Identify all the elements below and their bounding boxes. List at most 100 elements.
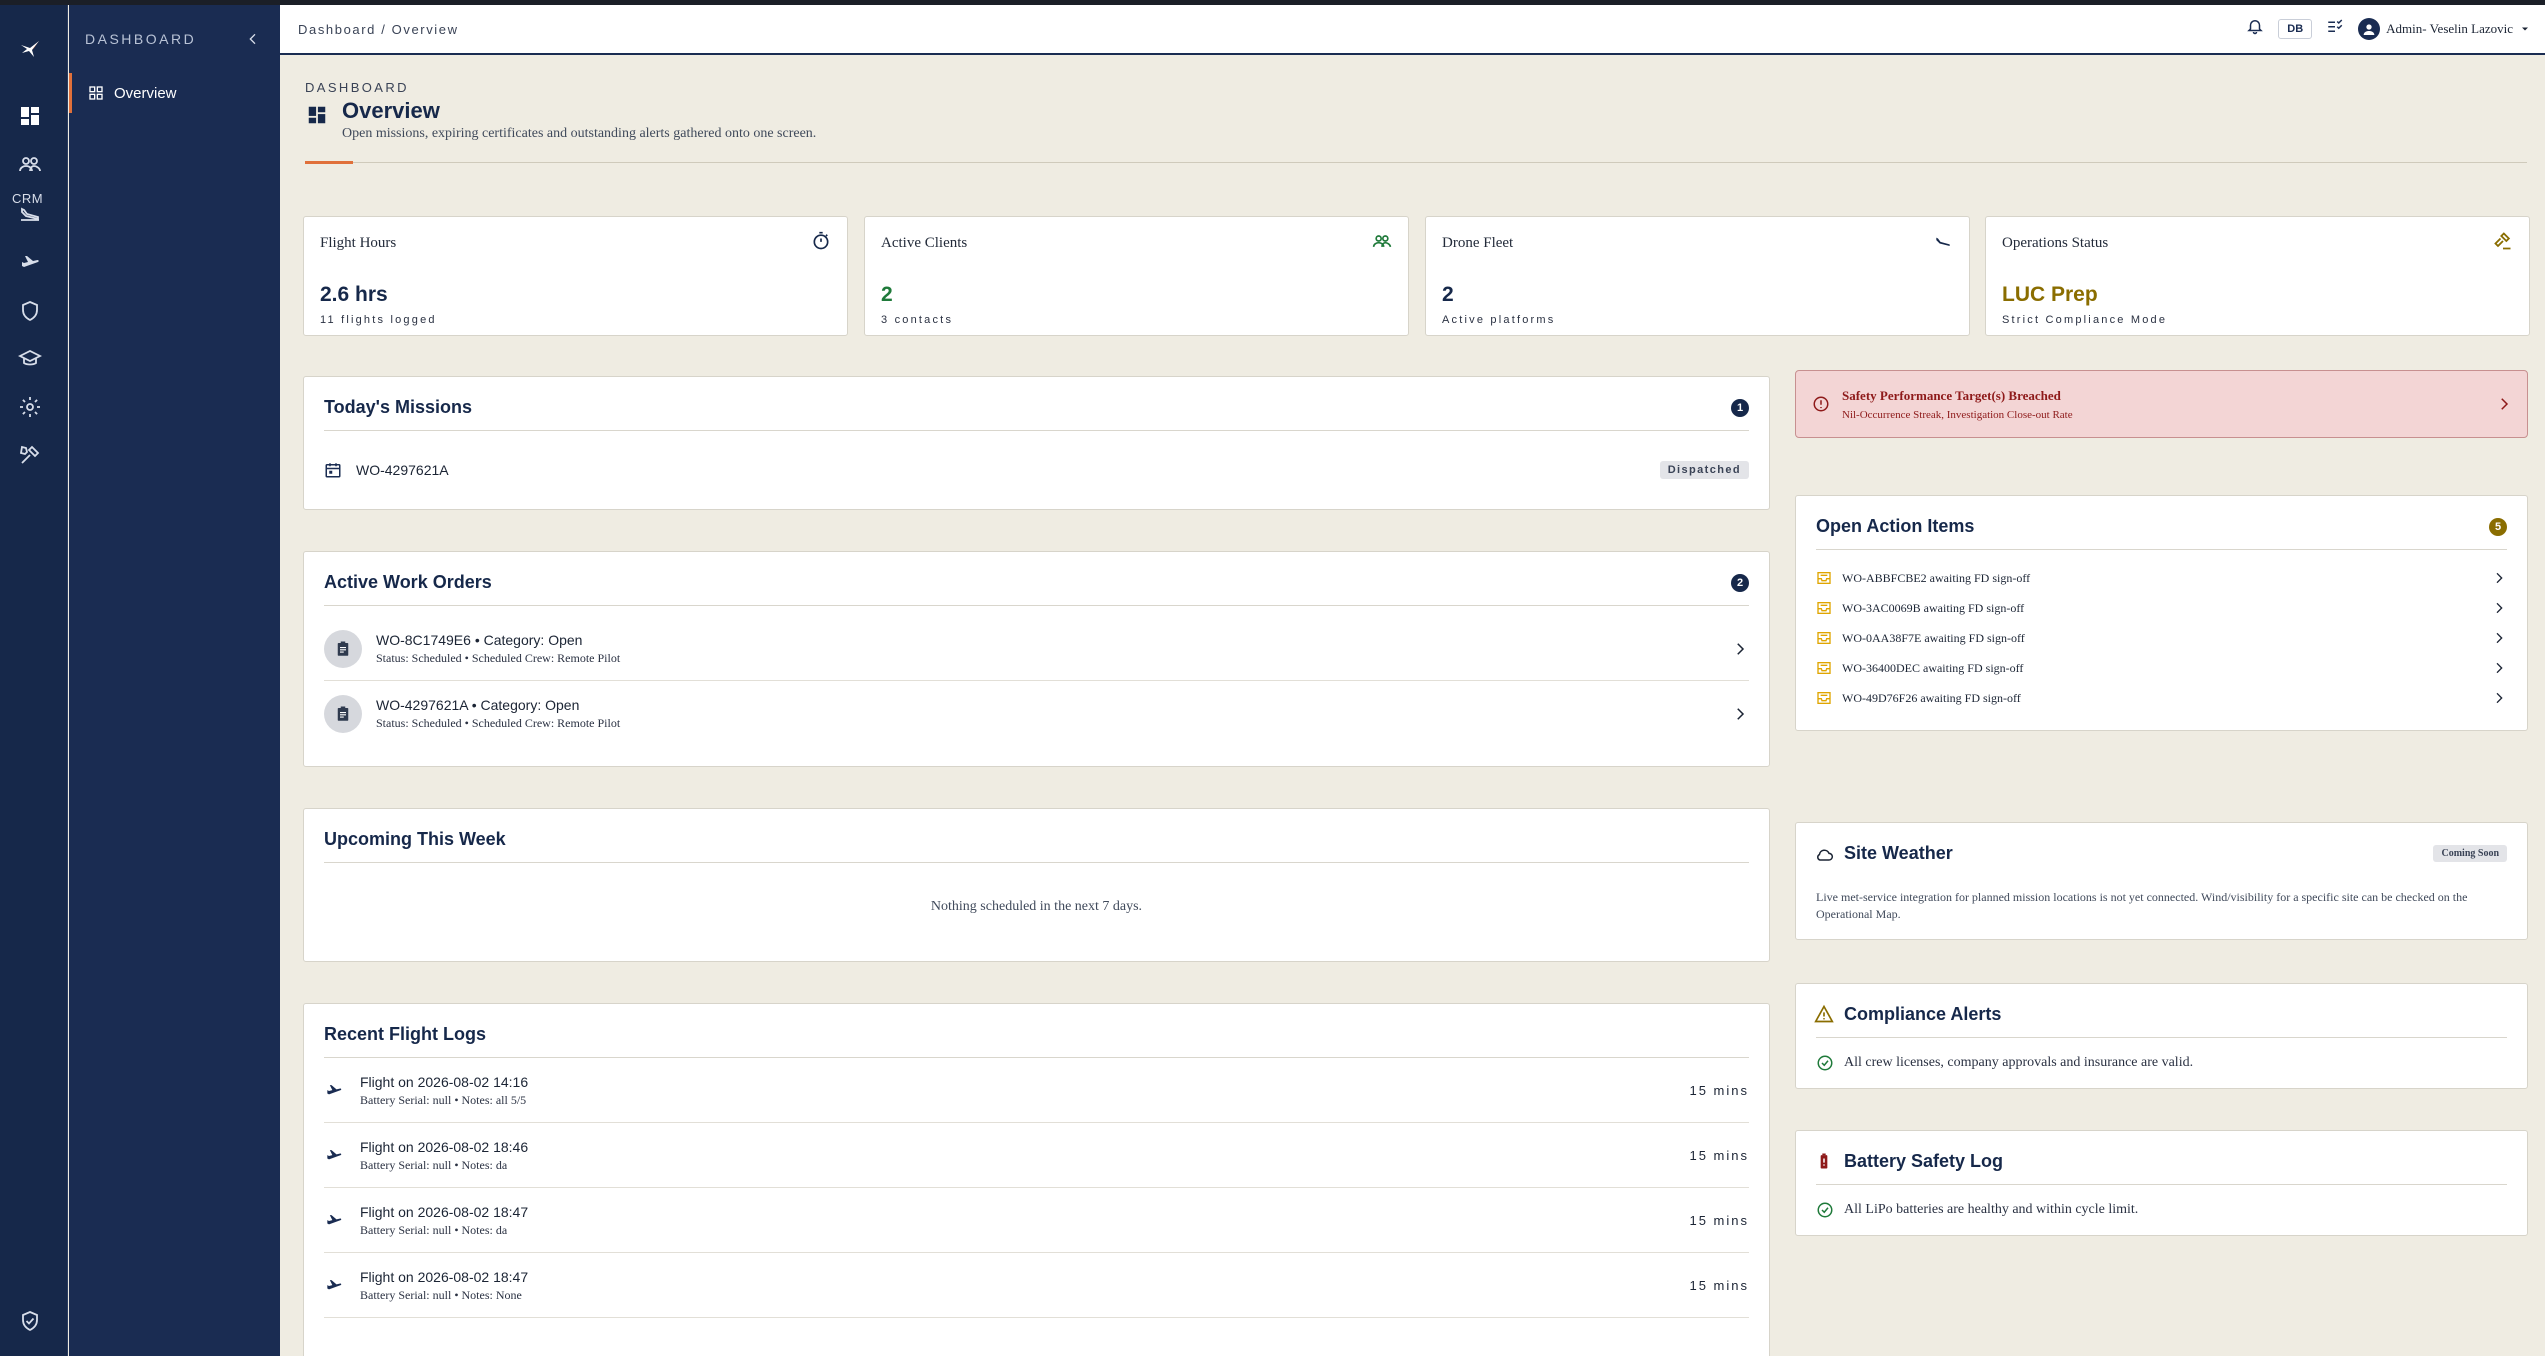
action-item-text: WO-3AC0069B awaiting FD sign-off xyxy=(1842,600,2025,615)
caret-down-icon xyxy=(2522,27,2528,30)
action-item-row[interactable]: WO-49D76F26 awaiting FD sign-off xyxy=(1816,683,2507,713)
flight-land-icon xyxy=(1933,231,1955,253)
recent-flight-logs-card: Recent Flight Logs Flight on 2026-08-02 … xyxy=(303,1003,1770,1356)
user-name: Admin- Veselin Lazovic xyxy=(2386,20,2513,36)
alert-sub: Nil-Occurrence Streak, Investigation Clo… xyxy=(1842,409,2073,421)
stat-value: 2.6 hrs xyxy=(320,283,388,306)
inbox-icon xyxy=(1817,662,1831,674)
header-divider-accent xyxy=(305,161,353,164)
compliance-message: All crew licenses, company approvals and… xyxy=(1844,1055,2194,1070)
tools-icon[interactable] xyxy=(14,439,46,471)
shield-icon[interactable] xyxy=(14,295,46,327)
stat-sub: Strict Compliance Mode xyxy=(2002,314,2168,326)
db-badge-button[interactable]: DB xyxy=(2278,18,2313,39)
check-circle-icon xyxy=(1817,1202,1833,1218)
work-order-row[interactable]: WO-4297621A • Category: Open Status: Sch… xyxy=(324,682,1749,746)
inbox-icon xyxy=(1817,632,1831,644)
stopwatch-icon xyxy=(811,231,833,253)
mission-row[interactable]: WO-4297621A Dispatched xyxy=(324,455,1749,485)
section-title: Upcoming This Week xyxy=(324,829,506,849)
flight-takeoff-icon[interactable] xyxy=(14,247,46,279)
clipboard-icon xyxy=(324,695,362,733)
cloud-icon xyxy=(1814,845,1834,870)
stat-sub: 3 contacts xyxy=(881,314,954,326)
chevron-right-icon xyxy=(1731,705,1749,723)
collapse-sidebar-button[interactable] xyxy=(241,27,265,51)
chevron-left-icon xyxy=(249,33,256,45)
stat-sub: 11 flights logged xyxy=(320,314,437,326)
flight-log-row[interactable]: Flight on 2026-08-02 18:47 Battery Serial… xyxy=(324,1254,1749,1318)
stat-card-drone-fleet[interactable]: Drone Fleet 2 Active platforms xyxy=(1425,216,1970,336)
action-item-row[interactable]: WO-0AA38F7E awaiting FD sign-off xyxy=(1816,623,2507,653)
open-action-items-card: Open Action Items 5 WO-ABBFCBE2 awaiting… xyxy=(1795,495,2528,731)
gavel-icon xyxy=(2493,231,2515,253)
stat-value: LUC Prep xyxy=(2002,283,2098,306)
graduation-cap-icon[interactable] xyxy=(14,343,46,375)
nav-item-overview[interactable]: Overview xyxy=(69,73,280,113)
flight-log-row[interactable]: Flight on 2026-08-02 14:16 Battery Serial… xyxy=(324,1059,1749,1123)
flight-takeoff-icon xyxy=(324,1146,346,1166)
flight-log-row[interactable]: Flight on 2026-08-02 18:47 Battery Serial… xyxy=(324,1189,1749,1253)
flight-log-title: Flight on 2026-08-02 18:47 xyxy=(360,1268,529,1285)
stat-value: 2 xyxy=(881,283,893,306)
flight-log-title: Flight on 2026-08-02 14:16 xyxy=(360,1073,529,1090)
battery-message: All LiPo batteries are healthy and withi… xyxy=(1844,1202,2139,1217)
section-title: Compliance Alerts xyxy=(1844,1004,2002,1024)
user-menu[interactable]: Admin- Veselin Lazovic xyxy=(2358,17,2531,40)
header-divider xyxy=(305,162,2527,163)
inbox-icon xyxy=(1817,602,1831,614)
error-circle-icon xyxy=(1812,395,1830,418)
chevron-right-icon xyxy=(2495,395,2513,418)
dashboard-icon xyxy=(308,106,326,124)
chevron-right-icon xyxy=(2491,570,2507,586)
checklist-icon[interactable] xyxy=(2326,17,2344,40)
section-title: Open Action Items xyxy=(1816,516,1975,536)
flight-land-icon[interactable] xyxy=(14,203,46,225)
dashboard-icon[interactable] xyxy=(14,100,46,132)
section-title: Active Work Orders xyxy=(324,572,492,592)
flight-log-sub: Battery Serial: null • Notes: None xyxy=(360,1287,522,1302)
flight-log-sub: Battery Serial: null • Notes: da xyxy=(360,1157,508,1172)
stat-card-flight-hours[interactable]: Flight Hours 2.6 hrs 11 flights logged xyxy=(303,216,848,336)
action-item-text: WO-0AA38F7E awaiting FD sign-off xyxy=(1842,630,2025,645)
section-divider xyxy=(1816,1037,2507,1038)
todays-missions-card: Today's Missions 1 WO-4297621A Dispatche… xyxy=(303,376,1770,510)
stat-card-active-clients[interactable]: Active Clients 2 3 contacts xyxy=(864,216,1409,336)
section-title: Battery Safety Log xyxy=(1844,1151,2004,1171)
flight-duration: 15 mins xyxy=(1689,1278,1749,1293)
action-item-text: WO-ABBFCBE2 awaiting FD sign-off xyxy=(1842,570,2031,585)
empty-state-text: Nothing scheduled in the next 7 days. xyxy=(930,899,1143,914)
work-order-sub: Status: Scheduled • Scheduled Crew: Remo… xyxy=(376,650,621,665)
check-circle-icon xyxy=(1817,1055,1833,1071)
flight-takeoff-icon xyxy=(324,1276,346,1296)
action-item-row[interactable]: WO-3AC0069B awaiting FD sign-off xyxy=(1816,593,2507,623)
weather-body: Live met-service integration for planned… xyxy=(1816,890,2468,921)
action-item-row[interactable]: WO-36400DEC awaiting FD sign-off xyxy=(1816,653,2507,683)
work-order-sub: Status: Scheduled • Scheduled Crew: Remo… xyxy=(376,716,621,730)
people-icon[interactable] xyxy=(14,148,46,180)
upcoming-week-card: Upcoming This Week Nothing scheduled in … xyxy=(303,808,1770,962)
inbox-icon xyxy=(1817,572,1831,584)
stat-card-operations-status[interactable]: Operations Status LUC Prep Strict Compli… xyxy=(1985,216,2530,336)
chevron-right-icon xyxy=(2491,600,2507,616)
stat-label: Active Clients xyxy=(881,235,968,251)
clipboard-icon xyxy=(324,629,362,668)
verified-shield-icon[interactable] xyxy=(14,1305,46,1337)
work-order-row[interactable]: WO-8C1749E6 • Category: Open Status: Sch… xyxy=(324,617,1749,681)
app-logo-icon[interactable] xyxy=(14,33,46,65)
chevron-right-icon xyxy=(2491,660,2507,676)
site-weather-card: Site Weather Coming Soon Live met-servic… xyxy=(1795,822,2528,940)
section-divider xyxy=(324,605,1749,606)
action-item-row[interactable]: WO-ABBFCBE2 awaiting FD sign-off xyxy=(1816,563,2507,593)
section-divider xyxy=(324,862,1749,863)
flight-log-row[interactable]: Flight on 2026-08-02 18:46 Battery Serial… xyxy=(324,1124,1749,1188)
safety-alert-banner[interactable]: Safety Performance Target(s) Breached Ni… xyxy=(1795,370,2528,438)
flight-duration: 15 mins xyxy=(1689,1148,1749,1163)
notifications-bell-icon[interactable] xyxy=(2246,17,2264,40)
gear-icon[interactable] xyxy=(14,391,46,423)
battery-icon xyxy=(1814,1151,1834,1176)
chevron-right-icon xyxy=(2491,690,2507,706)
stat-label: Operations Status xyxy=(2002,235,2109,251)
page-subtitle: Open missions, expiring certificates and… xyxy=(342,126,817,141)
inbox-icon xyxy=(1817,692,1831,704)
